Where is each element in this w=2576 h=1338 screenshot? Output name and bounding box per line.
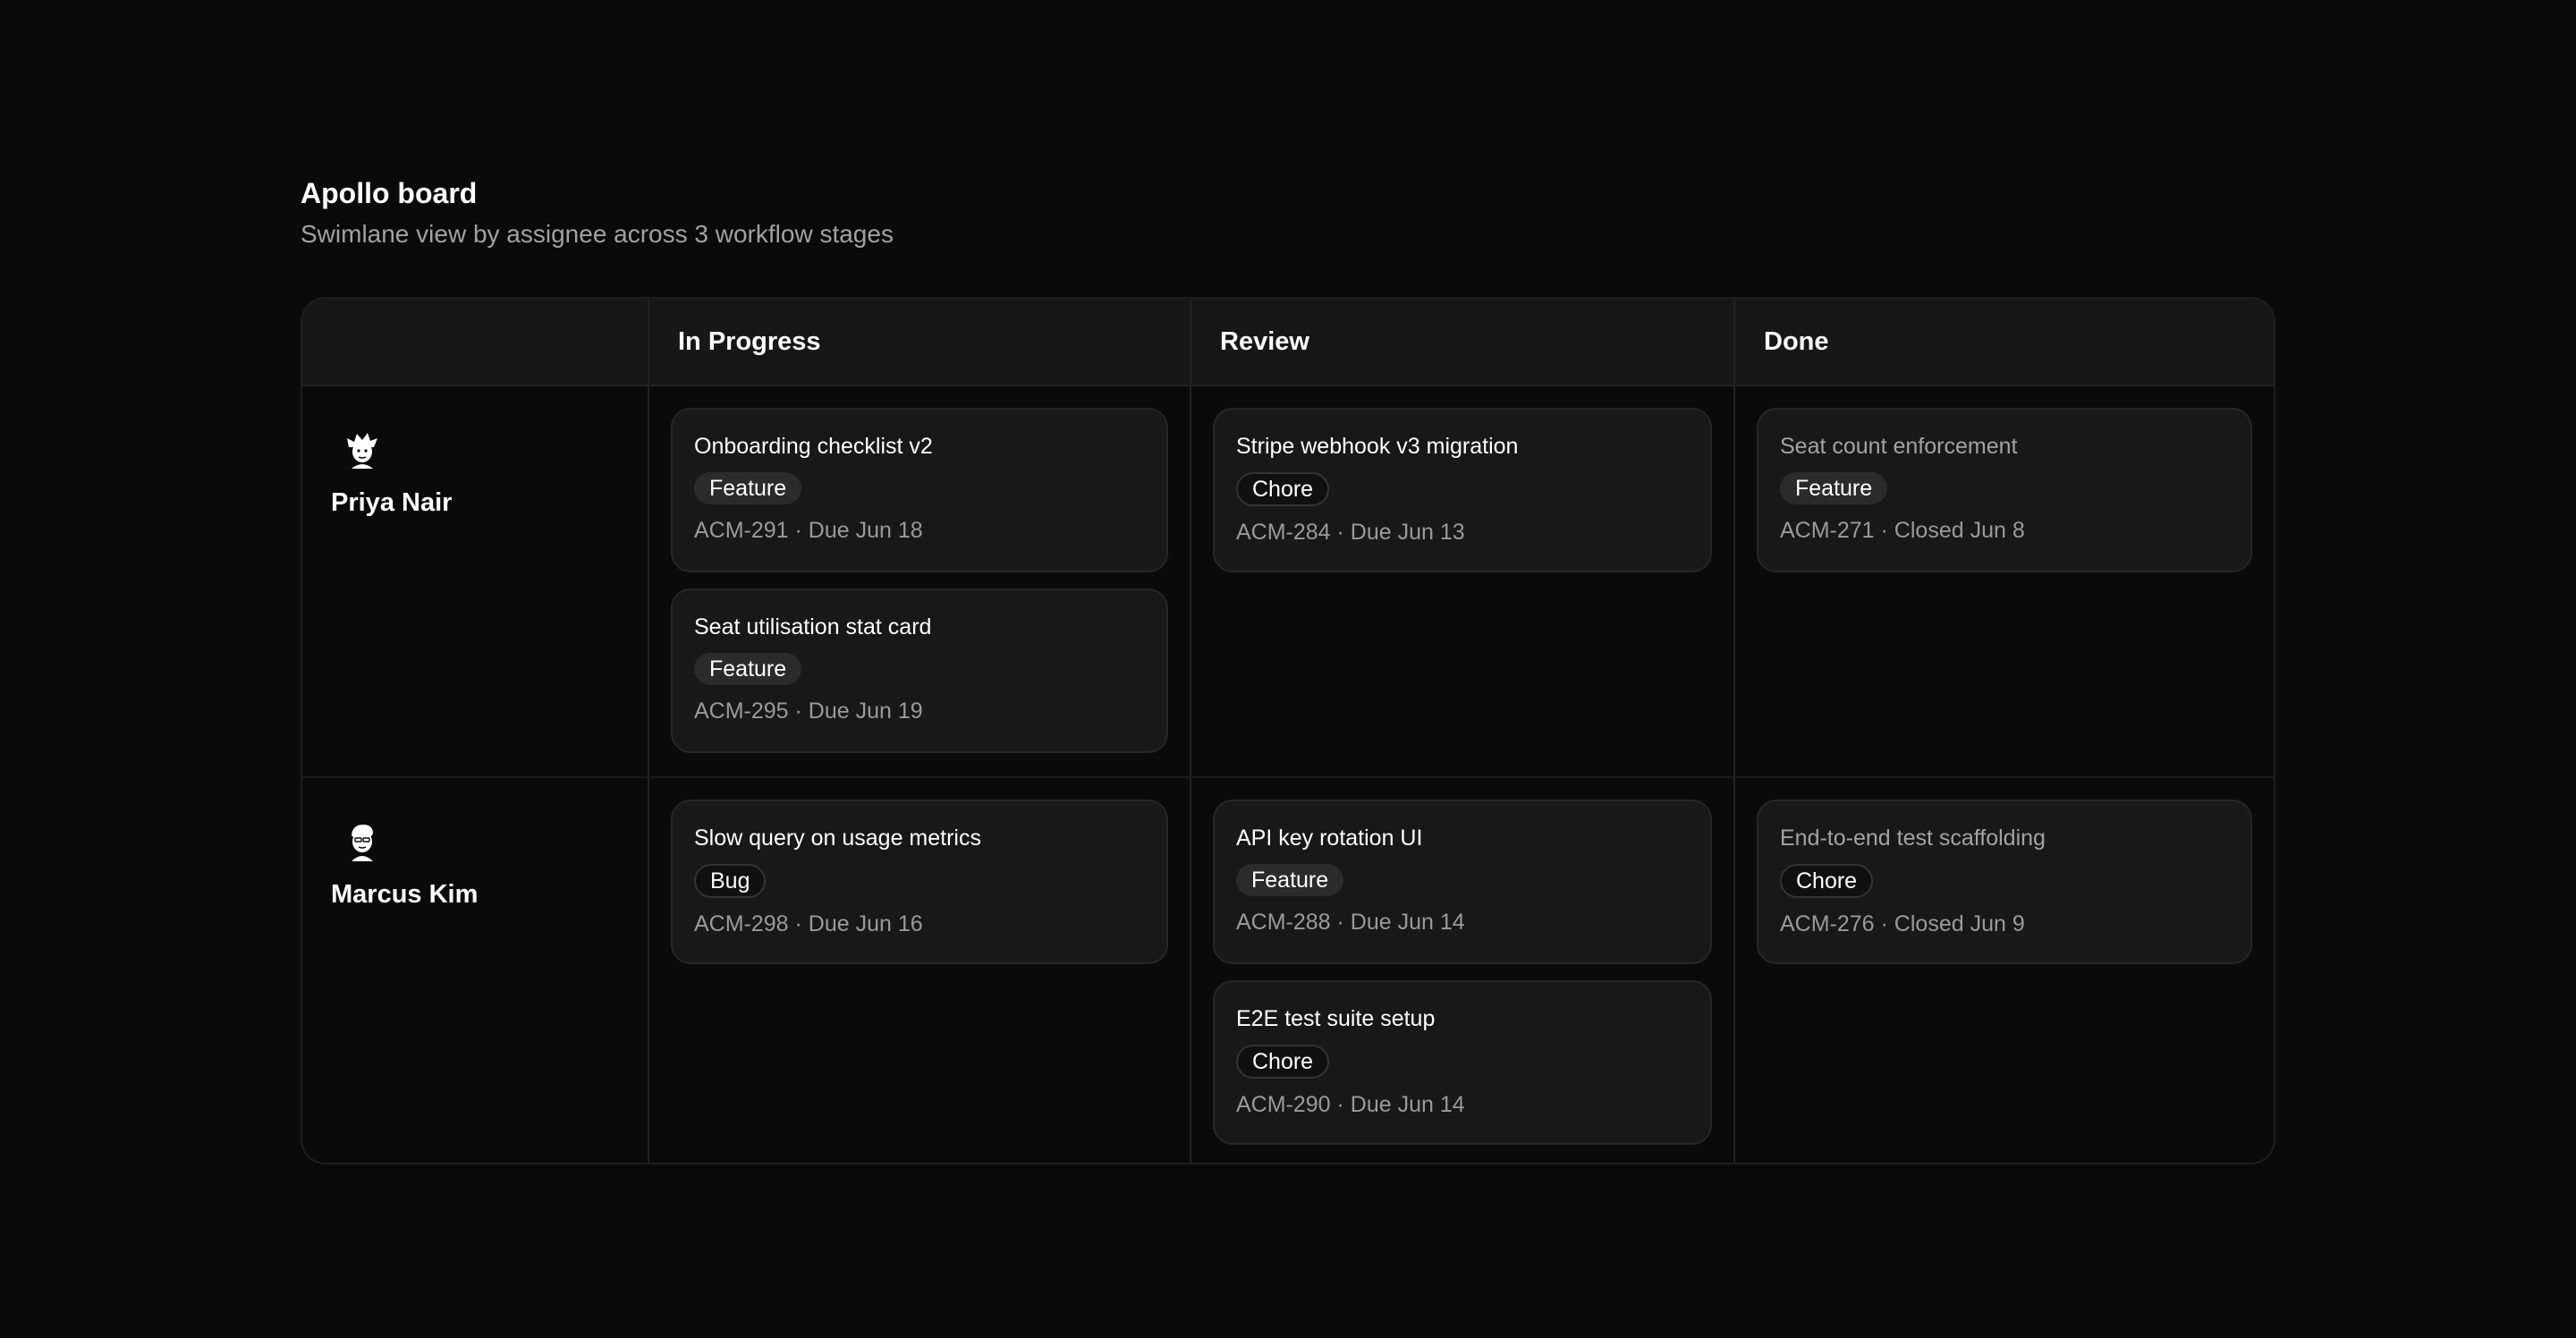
lane-assignee: Marcus Kim <box>302 776 648 1163</box>
card-meta: ACM-291 · Due Jun 18 <box>694 518 923 543</box>
avatar-illustration-icon <box>352 825 373 861</box>
lane-cell-review: Stripe webhook v3 migration Chore ACM-28… <box>1190 386 1733 776</box>
card-title: Stripe webhook v3 migration <box>1236 434 1519 459</box>
tag-badge: Feature <box>1780 472 1888 504</box>
task-card[interactable]: Seat count enforcement Feature ACM-271 ·… <box>1757 408 2252 572</box>
card-title: Seat utilisation stat card <box>694 614 932 639</box>
card-meta: ACM-284 · Due Jun 13 <box>1236 520 1465 545</box>
task-card[interactable]: E2E test suite setup Chore ACM-290 · Due… <box>1213 980 1712 1145</box>
card-meta: ACM-276 · Closed Jun 9 <box>1780 911 2025 936</box>
card-title: E2E test suite setup <box>1236 1006 1436 1031</box>
tag-badge: Chore <box>1780 864 1874 898</box>
tag-badge: Bug <box>694 864 767 898</box>
card-title: Slow query on usage metrics <box>694 826 981 851</box>
task-card[interactable]: API key rotation UI Feature ACM-288 · Du… <box>1213 800 1712 964</box>
card-meta: ACM-288 · Due Jun 14 <box>1236 910 1465 935</box>
page: Apollo board Swimlane view by assignee a… <box>0 0 2576 1338</box>
task-card[interactable]: Seat utilisation stat card Feature ACM-2… <box>671 589 1168 753</box>
card-title: API key rotation UI <box>1236 826 1423 851</box>
card-title: End-to-end test scaffolding <box>1780 826 2046 851</box>
board-header: Apollo board Swimlane view by assignee a… <box>301 175 894 250</box>
column-header-review: Review <box>1190 299 1733 386</box>
page-subtitle: Swimlane view by assignee across 3 workf… <box>301 220 894 248</box>
page-title: Apollo board <box>301 177 478 209</box>
tag-badge: Chore <box>1236 472 1330 506</box>
tag-badge: Chore <box>1236 1045 1330 1079</box>
assignee-name: Priya Nair <box>331 488 453 517</box>
lane-assignee: Priya Nair <box>302 386 648 776</box>
lane-cell-done: End-to-end test scaffolding Chore ACM-27… <box>1733 776 2274 1163</box>
tag-badge: Feature <box>694 472 802 504</box>
corner-header-cell <box>302 299 648 386</box>
tag-badge: Feature <box>694 653 802 685</box>
card-meta: ACM-298 · Due Jun 16 <box>694 911 923 936</box>
card-meta: ACM-295 · Due Jun 19 <box>694 699 923 724</box>
lane-cell-review: API key rotation UI Feature ACM-288 · Du… <box>1190 776 1733 1163</box>
tag-badge: Feature <box>1236 864 1344 896</box>
task-card[interactable]: End-to-end test scaffolding Chore ACM-27… <box>1757 800 2252 964</box>
lane-cell-in-progress: Onboarding checklist v2 Feature ACM-291 … <box>648 386 1190 776</box>
avatar-illustration-icon <box>347 433 377 469</box>
task-card[interactable]: Slow query on usage metrics Bug ACM-298 … <box>671 800 1168 964</box>
card-meta: ACM-290 · Due Jun 14 <box>1236 1092 1465 1117</box>
task-card[interactable]: Stripe webhook v3 migration Chore ACM-28… <box>1213 408 1712 572</box>
assignee-name: Marcus Kim <box>331 880 479 909</box>
lane-cell-done: Seat count enforcement Feature ACM-271 ·… <box>1733 386 2274 776</box>
card-title: Onboarding checklist v2 <box>694 434 933 459</box>
column-header-in-progress: In Progress <box>648 299 1190 386</box>
task-card[interactable]: Onboarding checklist v2 Feature ACM-291 … <box>671 408 1168 572</box>
card-title: Seat count enforcement <box>1780 434 2018 459</box>
lane-cell-in-progress: Slow query on usage metrics Bug ACM-298 … <box>648 776 1190 1163</box>
column-header-done: Done <box>1733 299 2274 386</box>
card-meta: ACM-271 · Closed Jun 8 <box>1780 518 2025 543</box>
swimlane-board: In Progress Review Done Priya Nair Onboa… <box>301 297 2275 1164</box>
